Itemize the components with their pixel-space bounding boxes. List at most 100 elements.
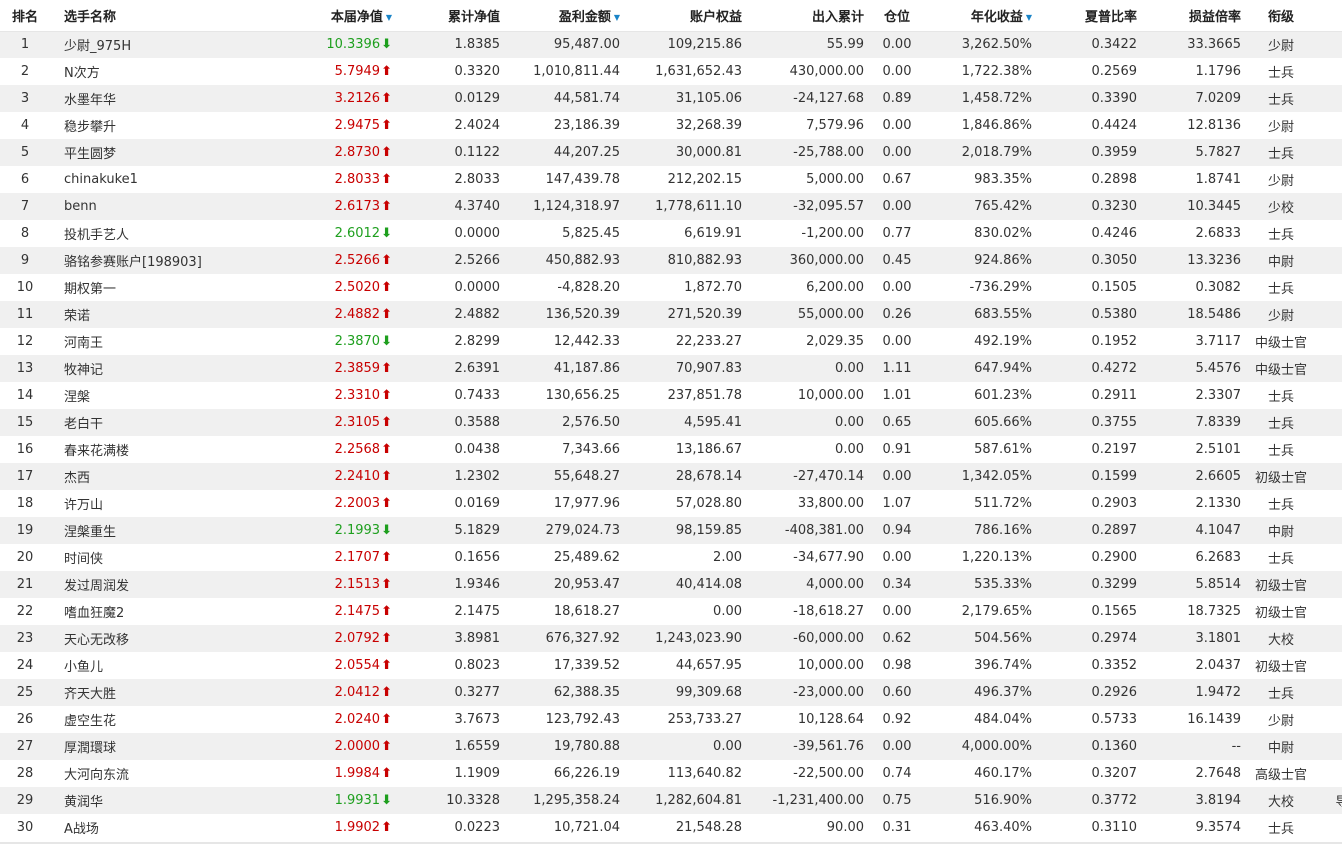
military-rank-cell: 初级士官 xyxy=(1254,660,1307,675)
table-row[interactable]: 10 期权第一 2.5020⬆ 0.0000 -4,828.20 1,872.70 6,20… xyxy=(0,274,1342,301)
player-name-cell[interactable]: 老白干 xyxy=(50,409,280,436)
player-name-cell[interactable]: 期权第一 xyxy=(50,274,280,301)
table-row[interactable]: 17 杰西 2.2410⬆ 1.2302 55,648.27 28,678.14 -27,4… xyxy=(0,463,1342,490)
table-row[interactable]: 2 N次方 5.7949⬆ 0.3320 1,010,811.44 1,631,652.4… xyxy=(0,58,1342,85)
player-name-cell[interactable]: chinakuke1 xyxy=(50,166,280,193)
table-row[interactable]: 29 黄润华 1.9931⬇ 10.3328 1,295,358.24 1,282,604… xyxy=(0,787,1342,814)
player-name-cell[interactable]: 涅槃重生 xyxy=(50,517,280,544)
player-name-cell[interactable]: 虚空生花 xyxy=(50,706,280,733)
table-row[interactable]: 25 齐天大胜 2.0412⬆ 0.3277 62,388.35 99,309.68 -23… xyxy=(0,679,1342,706)
player-name-cell[interactable]: A战场 xyxy=(50,814,280,841)
player-name-cell[interactable]: 稳步攀升 xyxy=(50,112,280,139)
position-cell: 0.00 xyxy=(882,334,912,349)
position-cell: 0.62 xyxy=(882,631,912,646)
table-row[interactable]: 28 大河向东流 1.9984⬆ 1.1909 66,226.19 113,640.82-… xyxy=(0,760,1342,787)
sharpe-cell: 0.2900 xyxy=(1091,550,1138,565)
annual-return-cell: 496.37% xyxy=(974,685,1032,700)
table-row[interactable]: 20 时间侠 2.1707⬆ 0.1656 25,489.62 2.00 -34,677.9… xyxy=(0,544,1342,571)
player-name-cell[interactable]: 骆铭参赛账户[198903] xyxy=(50,247,280,274)
table-row[interactable]: 22 嗜血狂魔2 2.1475⬆ 2.1475 18,618.27 0.00 -18,618… xyxy=(0,598,1342,625)
in-out-cell: -39,561.76 xyxy=(793,739,864,754)
sharpe-cell: 0.3390 xyxy=(1091,91,1138,106)
military-rank-cell: 大校 xyxy=(1267,633,1294,648)
branch-cell: 陆军 xyxy=(1319,58,1342,85)
table-row[interactable]: 8 投机手艺人 2.6012⬇ 0.0000 5,825.45 6,619.91 -1,20… xyxy=(0,220,1342,247)
player-name-cell[interactable]: 荣诺 xyxy=(50,301,280,328)
table-row[interactable]: 26 虚空生花 2.0240⬆ 3.7673 123,792.43 253,733.27 1… xyxy=(0,706,1342,733)
header-nav[interactable]: 本届净值 ▼ xyxy=(280,0,394,32)
player-name-cell[interactable]: 平生圆梦 xyxy=(50,139,280,166)
header-profit[interactable]: 盈利金额 ▼ xyxy=(500,0,622,32)
table-row[interactable]: 18 许万山 2.2003⬆ 0.0169 17,977.96 57,028.80 33,8… xyxy=(0,490,1342,517)
branch-cell: 预备役 xyxy=(1319,112,1342,139)
table-row[interactable]: 12 河南王 2.3870⬇ 2.8299 12,442.33 22,233.27 2,02… xyxy=(0,328,1342,355)
player-name-cell[interactable]: 牧神记 xyxy=(50,355,280,382)
arrow-up-icon: ⬆ xyxy=(381,415,392,430)
player-name-cell[interactable]: 厚潤環球 xyxy=(50,733,280,760)
position-cell: 0.94 xyxy=(882,523,912,538)
arrow-up-icon: ⬆ xyxy=(381,820,392,835)
player-name-cell[interactable]: 许万山 xyxy=(50,490,280,517)
table-row[interactable]: 21 发过周润发 2.1513⬆ 1.9346 20,953.47 40,414.08 4,… xyxy=(0,571,1342,598)
nav-cell: 1.9931⬇ xyxy=(280,787,394,814)
player-name-cell[interactable]: 发过周润发 xyxy=(50,571,280,598)
player-name-cell[interactable]: 少尉_975H xyxy=(50,31,280,58)
player-name-cell[interactable]: 时间侠 xyxy=(50,544,280,571)
player-name-cell[interactable]: 天心无改移 xyxy=(50,625,280,652)
player-name-cell[interactable]: 河南王 xyxy=(50,328,280,355)
table-row[interactable]: 9 骆铭参赛账户[198903] 2.5266⬆ 2.5266 450,882.93 81… xyxy=(0,247,1342,274)
rank-cell: 19 xyxy=(16,523,34,538)
player-name-cell[interactable]: 涅槃 xyxy=(50,382,280,409)
player-name-cell[interactable]: 小鱼儿 xyxy=(50,652,280,679)
table-row[interactable]: 27 厚潤環球 2.0000⬆ 1.6559 19,780.88 0.00 -39,561.… xyxy=(0,733,1342,760)
table-row[interactable]: 1 少尉_975H 10.3396⬇ 1.8385 95,487.00 109,215.8… xyxy=(0,31,1342,58)
table-row[interactable]: 14 涅槃 2.3310⬆ 0.7433 130,656.25 237,851.78 10,… xyxy=(0,382,1342,409)
table-row[interactable]: 11 荣诺 2.4882⬆ 2.4882 136,520.39 271,520.39 55,… xyxy=(0,301,1342,328)
equity-cell: 1,282,604.81 xyxy=(655,793,742,808)
military-rank-cell: 中尉 xyxy=(1267,255,1294,270)
rank-cell: 29 xyxy=(16,793,34,808)
player-name-cell[interactable]: 投机手艺人 xyxy=(50,220,280,247)
player-name-cell[interactable]: benn xyxy=(50,193,280,220)
position-cell: 0.91 xyxy=(882,442,912,457)
pl-ratio-cell: 3.1801 xyxy=(1195,631,1242,646)
player-name-cell[interactable]: 黄润华 xyxy=(50,787,280,814)
military-rank-cell: 少尉 xyxy=(1267,309,1294,324)
cumulative-nav-cell: 2.4882 xyxy=(454,307,501,322)
table-row[interactable]: 23 天心无改移 2.0792⬆ 3.8981 676,327.92 1,243,023.… xyxy=(0,625,1342,652)
table-row[interactable]: 7 benn 2.6173⬆ 4.3740 1,124,318.97 1,778,611.… xyxy=(0,193,1342,220)
rank-cell: 22 xyxy=(16,604,34,619)
player-name-cell[interactable]: 杰西 xyxy=(50,463,280,490)
table-row[interactable]: 24 小鱼儿 2.0554⬆ 0.8023 17,339.52 44,657.95 10,0… xyxy=(0,652,1342,679)
nav-cell: 2.5020⬆ xyxy=(280,274,394,301)
sort-desc-icon[interactable]: ▼ xyxy=(386,13,392,22)
table-row[interactable]: 4 稳步攀升 2.9475⬆ 2.4024 23,186.39 32,268.39 7,57… xyxy=(0,112,1342,139)
player-name-cell[interactable]: 嗜血狂魔2 xyxy=(50,598,280,625)
table-row[interactable]: 6 chinakuke1 2.8033⬆ 2.8033 147,439.78 212,20… xyxy=(0,166,1342,193)
sort-desc-icon[interactable]: ▼ xyxy=(1026,13,1032,22)
equity-cell: 6,619.91 xyxy=(684,226,742,241)
player-name-cell[interactable]: 大河向东流 xyxy=(50,760,280,787)
annual-return-cell: 3,262.50% xyxy=(961,37,1032,53)
equity-cell: 44,657.95 xyxy=(675,658,742,673)
military-rank-cell: 少校 xyxy=(1267,201,1294,216)
table-row[interactable]: 30 A战场 1.9902⬆ 0.0223 10,721.04 21,548.28 90.0… xyxy=(0,814,1342,841)
player-name-cell[interactable]: N次方 xyxy=(50,58,280,85)
table-row[interactable]: 15 老白干 2.3105⬆ 0.3588 2,576.50 4,595.41 0.00 0.… xyxy=(0,409,1342,436)
player-name-cell[interactable]: 春来花满楼 xyxy=(50,436,280,463)
table-row[interactable]: 16 春来花满楼 2.2568⬆ 0.0438 7,343.66 13,186.67 0.0… xyxy=(0,436,1342,463)
table-row[interactable]: 3 水墨年华 3.2126⬆ 0.0129 44,581.74 31,105.06 -24,… xyxy=(0,85,1342,112)
position-cell: 0.75 xyxy=(882,793,912,808)
header-annual[interactable]: 年化收益 ▼ xyxy=(928,0,1034,32)
profit-cell: 25,489.62 xyxy=(553,550,620,565)
table-row[interactable]: 5 平生圆梦 2.8730⬆ 0.1122 44,207.25 30,000.81 -25,… xyxy=(0,139,1342,166)
table-row[interactable]: 19 涅槃重生 2.1993⬇ 5.1829 279,024.73 98,159.85 -4… xyxy=(0,517,1342,544)
header-pl-ratio: 损益倍率 xyxy=(1139,0,1243,32)
table-row[interactable]: 13 牧神记 2.3859⬆ 2.6391 41,187.86 70,907.83 0.00… xyxy=(0,355,1342,382)
player-name-cell[interactable]: 齐天大胜 xyxy=(50,679,280,706)
position-cell: 0.45 xyxy=(882,253,912,268)
cumulative-nav-cell: 2.8033 xyxy=(454,172,501,187)
sort-desc-icon[interactable]: ▼ xyxy=(614,13,620,22)
player-name-cell[interactable]: 水墨年华 xyxy=(50,85,280,112)
in-out-cell: 33,800.00 xyxy=(797,496,864,511)
